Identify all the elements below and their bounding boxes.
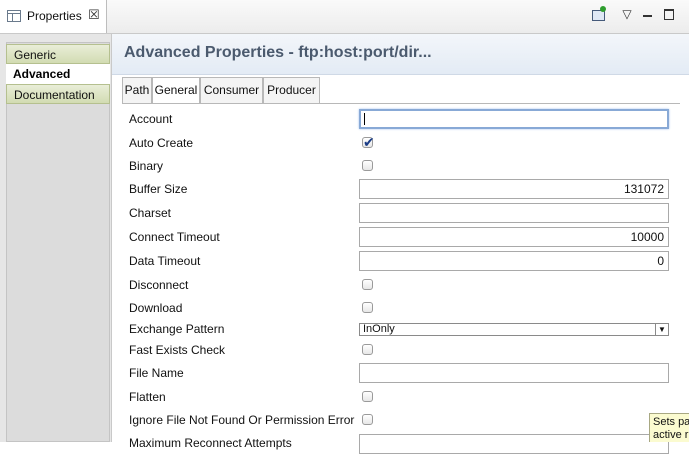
flatten-label: Flatten <box>129 390 166 404</box>
buffer-size-label: Buffer Size <box>129 182 188 196</box>
connect-timeout-label: Connect Timeout <box>129 230 220 244</box>
minimize-icon[interactable] <box>640 6 656 22</box>
tab-bar: Path General Consumer Producer <box>122 77 678 104</box>
max-reconnect-label: Maximum Reconnect Attempts <box>129 436 292 450</box>
tab-path[interactable]: Path <box>122 77 152 103</box>
dropdown-arrow-icon[interactable]: ▼ <box>655 324 668 335</box>
exchange-pattern-select[interactable]: InOnly ▼ <box>359 323 669 336</box>
tab-producer[interactable]: Producer <box>263 77 320 103</box>
binary-checkbox[interactable] <box>362 160 373 171</box>
data-timeout-label: Data Timeout <box>129 254 201 268</box>
flatten-checkbox[interactable] <box>362 391 373 402</box>
category-advanced[interactable]: Advanced <box>6 64 110 84</box>
max-reconnect-input[interactable] <box>359 434 669 454</box>
exchange-pattern-value: InOnly <box>363 323 395 335</box>
disconnect-checkbox[interactable] <box>362 279 373 290</box>
properties-view-tab[interactable]: Properties ☒ <box>0 0 107 33</box>
auto-create-checkbox[interactable]: ✔ <box>362 134 375 150</box>
download-label: Download <box>129 301 183 315</box>
file-name-label: File Name <box>129 366 184 380</box>
account-input[interactable] <box>359 109 669 129</box>
properties-content: Advanced Properties - ftp:host:port/dir.… <box>111 34 689 454</box>
view-menu-icon[interactable]: ▽ <box>619 6 635 22</box>
text-caret <box>364 113 365 125</box>
fast-exists-check-checkbox[interactable] <box>362 344 373 355</box>
disconnect-label: Disconnect <box>129 278 189 292</box>
data-timeout-input[interactable]: 0 <box>359 251 669 271</box>
category-generic[interactable]: Generic <box>6 44 110 64</box>
tooltip-text: Sets pa active r <box>653 416 689 441</box>
pin-editor-icon[interactable] <box>591 6 607 22</box>
tooltip: Sets pa active r <box>649 413 689 442</box>
connect-timeout-input[interactable]: 10000 <box>359 227 669 247</box>
account-label: Account <box>129 112 173 126</box>
buffer-size-input[interactable]: 131072 <box>359 179 669 199</box>
checkmark-icon: ✔ <box>363 134 375 150</box>
charset-input[interactable] <box>359 203 669 223</box>
view-toolbar: Properties ☒ ▽ <box>0 0 689 34</box>
maximize-icon[interactable] <box>661 6 677 22</box>
file-name-input[interactable] <box>359 363 669 383</box>
properties-icon <box>7 10 21 22</box>
exchange-pattern-label: Exchange Pattern <box>129 322 225 336</box>
section-header: Advanced Properties - ftp:host:port/dir.… <box>112 34 689 75</box>
general-form: Account Auto Create ✔ Binary Buffer Size… <box>112 104 689 454</box>
ignore-file-not-found-checkbox[interactable] <box>362 414 373 425</box>
charset-label: Charset <box>129 206 172 220</box>
category-sidebar: Generic Advanced Documentation <box>0 34 111 442</box>
fast-exists-check-label: Fast Exists Check <box>129 343 226 357</box>
category-documentation[interactable]: Documentation <box>6 84 110 104</box>
auto-create-label: Auto Create <box>129 136 194 150</box>
tab-consumer[interactable]: Consumer <box>200 77 263 103</box>
view-tab-title: Properties <box>27 9 82 23</box>
binary-label: Binary <box>129 159 164 173</box>
page-title: Advanced Properties - ftp:host:port/dir.… <box>124 44 432 61</box>
download-checkbox[interactable] <box>362 302 373 313</box>
ignore-file-not-found-label: Ignore File Not Found Or Permission Erro… <box>129 413 355 427</box>
close-icon[interactable]: ☒ <box>88 7 100 23</box>
tab-general[interactable]: General <box>152 77 200 104</box>
